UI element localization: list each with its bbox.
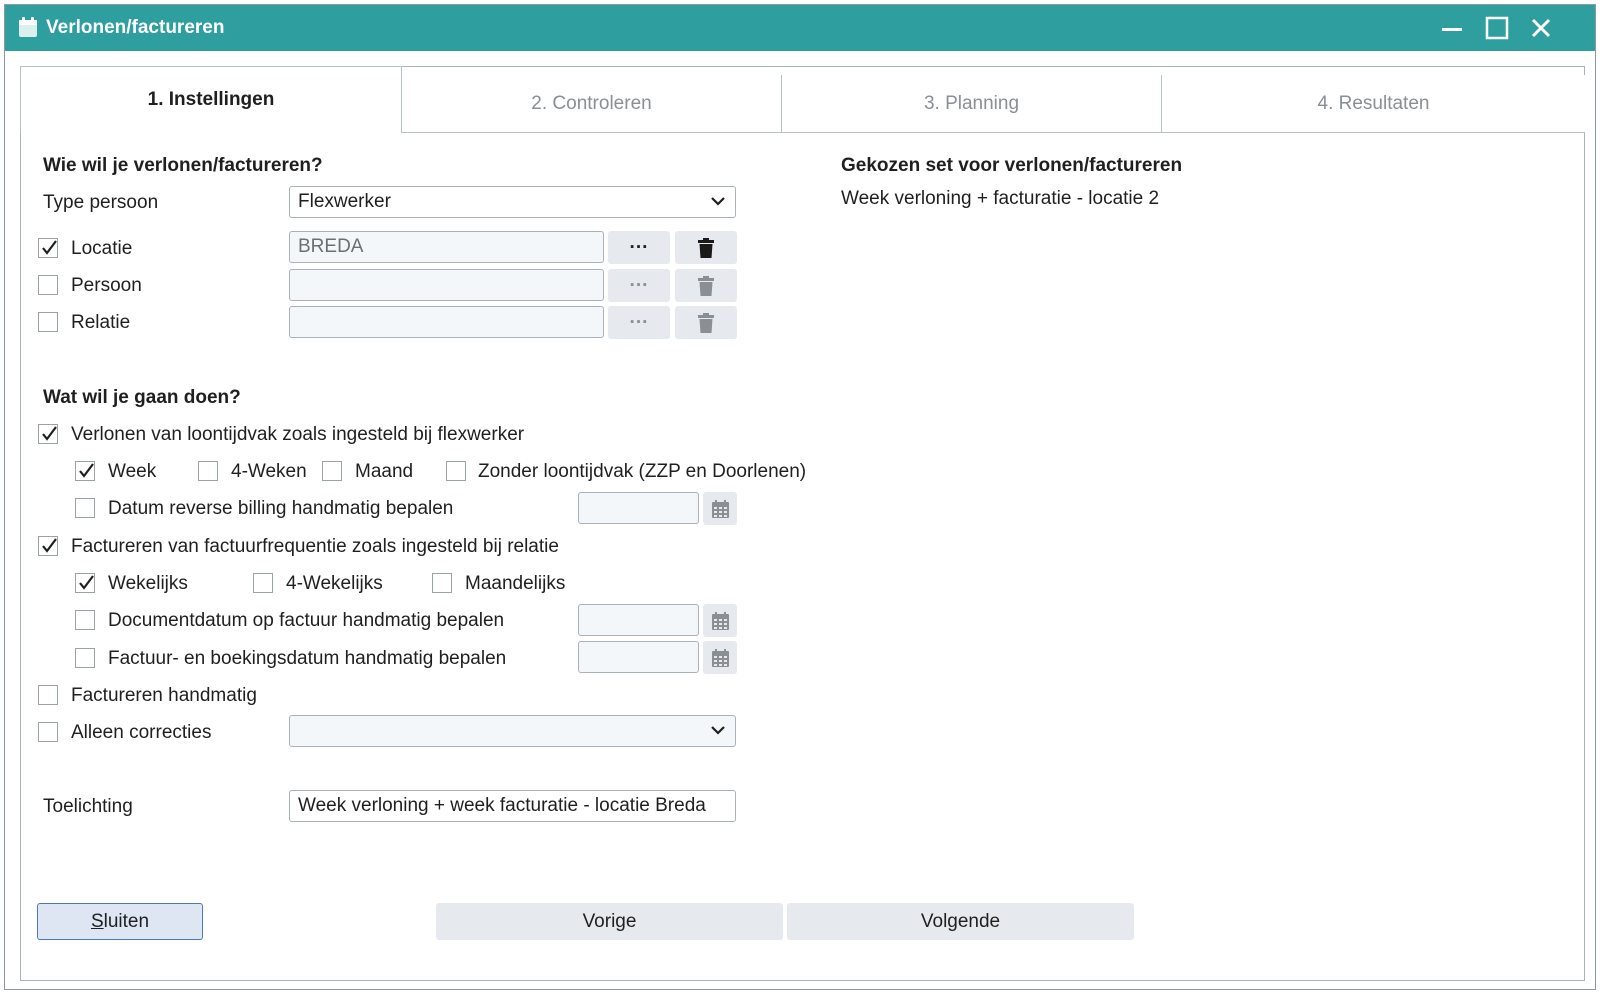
tab-instellingen[interactable]: 1. Instellingen	[20, 66, 402, 133]
factuurdatum-checkbox[interactable]	[75, 648, 95, 668]
period-4weken-checkbox[interactable]	[198, 461, 218, 481]
previous-button[interactable]: Vorige	[436, 903, 783, 940]
toelichting-input[interactable]: Week verloning + week facturatie - locat…	[289, 790, 736, 822]
freq-maandelijks-checkbox[interactable]	[432, 573, 452, 593]
locatie-field[interactable]: BREDA	[289, 231, 604, 263]
persoon-label: Persoon	[71, 275, 142, 296]
locatie-delete-button[interactable]	[675, 231, 737, 264]
calendar-icon	[711, 499, 729, 518]
period-maand-label: Maand	[355, 461, 414, 482]
toelichting-label: Toelichting	[43, 796, 133, 817]
minimize-icon[interactable]	[1437, 13, 1467, 43]
calendar-icon	[19, 17, 37, 37]
freq-4wekelijks-label: 4-Wekelijks	[286, 573, 383, 594]
next-button[interactable]: Volgende	[787, 903, 1134, 940]
persoon-field[interactable]	[289, 269, 604, 301]
type-persoon-select[interactable]: Flexwerker	[289, 186, 736, 218]
datum-reverse-checkbox[interactable]	[75, 498, 95, 518]
relatie-lookup-button[interactable]: ···	[608, 306, 670, 339]
freq-4wekelijks-checkbox[interactable]	[253, 573, 273, 593]
factureren-label: Factureren van factuurfrequentie zoals i…	[71, 536, 559, 557]
tab-panel: 1. Instellingen 2. Controleren 3. Planni…	[20, 66, 1585, 981]
type-persoon-label: Type persoon	[43, 192, 159, 213]
calendar-icon	[711, 648, 729, 667]
verlonen-label: Verlonen van loontijdvak zoals ingesteld…	[71, 424, 525, 445]
close-button[interactable]: Sluiten	[37, 903, 203, 940]
datum-reverse-field[interactable]	[578, 492, 699, 524]
tab-resultaten[interactable]: 4. Resultaten	[1162, 75, 1585, 133]
relatie-label: Relatie	[71, 312, 131, 333]
freq-wekelijks-label: Wekelijks	[108, 573, 188, 594]
window-title: Verlonen/factureren	[46, 17, 225, 38]
factuurdatum-calendar-button[interactable]	[703, 641, 737, 674]
title-bar[interactable]: Verlonen/factureren	[5, 5, 1595, 51]
period-maand-checkbox[interactable]	[322, 461, 342, 481]
datum-reverse-calendar-button[interactable]	[703, 492, 737, 525]
documentdatum-field[interactable]	[578, 604, 699, 636]
period-zonder-checkbox[interactable]	[446, 461, 466, 481]
factureren-checkbox[interactable]	[38, 536, 58, 556]
factuurdatum-field[interactable]	[578, 641, 699, 673]
persoon-delete-button[interactable]	[675, 269, 737, 302]
close-icon[interactable]	[1526, 13, 1556, 43]
tab-controleren[interactable]: 2. Controleren	[402, 75, 782, 133]
locatie-checkbox[interactable]	[38, 238, 58, 258]
chevron-down-icon	[711, 726, 725, 735]
relatie-field[interactable]	[289, 306, 604, 338]
verlonen-checkbox[interactable]	[38, 424, 58, 444]
trash-icon	[698, 275, 714, 296]
relatie-checkbox[interactable]	[38, 312, 58, 332]
tab-planning[interactable]: 3. Planning	[782, 75, 1162, 133]
dialog-window: Verlonen/factureren 1. Instellingen 2. C…	[4, 4, 1596, 990]
section-who-heading: Wie wil je verlonen/factureren?	[43, 155, 323, 176]
period-week-label: Week	[108, 461, 157, 482]
factureren-handmatig-checkbox[interactable]	[38, 685, 58, 705]
maximize-icon[interactable]	[1482, 13, 1512, 43]
freq-wekelijks-checkbox[interactable]	[75, 573, 95, 593]
trash-icon	[698, 312, 714, 333]
period-week-checkbox[interactable]	[75, 461, 95, 481]
alleen-correcties-label: Alleen correcties	[71, 722, 212, 743]
gekozen-set-heading: Gekozen set voor verlonen/factureren	[841, 155, 1183, 176]
datum-reverse-label: Datum reverse billing handmatig bepalen	[108, 498, 454, 519]
gekozen-set-value: Week verloning + facturatie - locatie 2	[841, 188, 1160, 209]
documentdatum-calendar-button[interactable]	[703, 604, 737, 637]
persoon-checkbox[interactable]	[38, 275, 58, 295]
documentdatum-checkbox[interactable]	[75, 610, 95, 630]
factuurdatum-label: Factuur- en boekingsdatum handmatig bepa…	[108, 648, 507, 669]
chevron-down-icon	[711, 197, 725, 206]
locatie-label: Locatie	[71, 238, 133, 259]
documentdatum-label: Documentdatum op factuur handmatig bepal…	[108, 610, 505, 631]
period-4weken-label: 4-Weken	[231, 461, 307, 482]
freq-maandelijks-label: Maandelijks	[465, 573, 566, 594]
calendar-icon	[711, 611, 729, 630]
locatie-lookup-button[interactable]: ···	[608, 231, 670, 264]
trash-icon	[698, 237, 714, 258]
persoon-lookup-button[interactable]: ···	[608, 269, 670, 302]
alleen-correcties-select[interactable]	[289, 715, 736, 747]
factureren-handmatig-label: Factureren handmatig	[71, 685, 257, 706]
alleen-correcties-checkbox[interactable]	[38, 722, 58, 742]
section-what-heading: Wat wil je gaan doen?	[43, 387, 241, 408]
period-zonder-label: Zonder loontijdvak (ZZP en Doorlenen)	[478, 461, 807, 482]
relatie-delete-button[interactable]	[675, 306, 737, 339]
